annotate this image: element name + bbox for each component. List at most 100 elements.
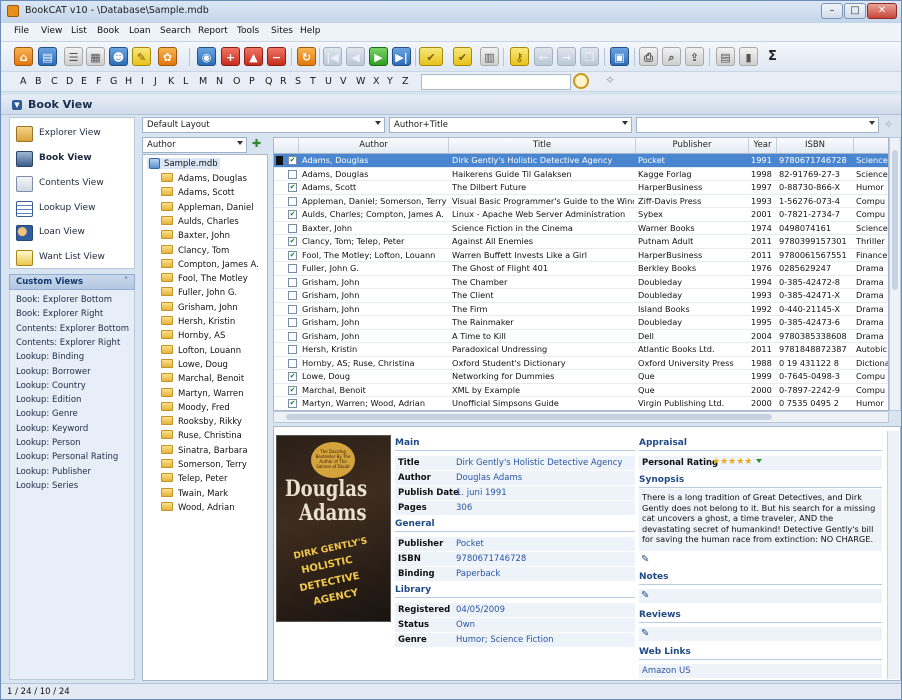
custom-view-item[interactable]: Lookup: Personal Rating bbox=[16, 452, 118, 462]
next-record-icon[interactable]: ▶ bbox=[369, 47, 388, 66]
row-checkbox[interactable] bbox=[288, 169, 297, 179]
note-icon[interactable]: ✎ bbox=[132, 47, 151, 66]
last-record-icon[interactable]: ▶| bbox=[392, 47, 411, 66]
detail-value[interactable]: Own bbox=[456, 620, 475, 630]
menu-view[interactable]: View bbox=[41, 26, 62, 36]
row-checkbox[interactable] bbox=[288, 331, 297, 341]
tree-node[interactable]: Somerson, Terry bbox=[161, 459, 247, 470]
previous-record-icon[interactable]: ◀ bbox=[346, 47, 365, 66]
menu-help[interactable]: Help bbox=[300, 26, 321, 36]
row-checkbox[interactable] bbox=[288, 196, 297, 206]
minimize-button[interactable]: – bbox=[821, 3, 843, 19]
home-icon[interactable]: ⌂ bbox=[14, 47, 33, 66]
table-row[interactable]: Grisham, John A Time to Kill Dell 2004 97803… bbox=[274, 330, 888, 343]
tree-node[interactable]: Marchal, Benoit bbox=[161, 373, 244, 384]
row-checkbox[interactable]: ✔ bbox=[288, 237, 297, 246]
collapse-icon[interactable]: ˄ bbox=[124, 276, 128, 285]
menu-book[interactable]: Book bbox=[97, 26, 119, 36]
tree-node[interactable]: Wood, Adrian bbox=[161, 501, 235, 513]
close-button[interactable]: ✕ bbox=[867, 3, 897, 19]
detail-value[interactable]: Douglas Adams bbox=[456, 473, 522, 483]
alpha-letter[interactable]: C bbox=[51, 76, 58, 87]
alpha-letter[interactable]: O bbox=[233, 76, 240, 87]
scroll-thumb[interactable] bbox=[892, 150, 898, 290]
web-link-amazon[interactable]: Amazon US bbox=[642, 666, 691, 676]
edit-synopsis-icon[interactable]: ✎ bbox=[641, 554, 649, 565]
tree-root[interactable]: Sample.mdb bbox=[147, 158, 220, 169]
menu-file[interactable]: File bbox=[14, 26, 29, 36]
row-checkbox[interactable]: ✔ bbox=[288, 250, 297, 260]
menu-loan[interactable]: Loan bbox=[129, 26, 151, 36]
delete-icon[interactable]: − bbox=[267, 47, 286, 66]
clear-icon[interactable]: ✧ bbox=[884, 118, 893, 131]
row-checkbox[interactable]: ✔ bbox=[288, 210, 297, 219]
row-checkbox[interactable]: ✔ bbox=[288, 385, 297, 395]
row-checkbox[interactable]: ✔ bbox=[288, 156, 297, 165]
table-row[interactable]: Appleman, Daniel; Somerson, Terry (E Visu… bbox=[274, 195, 888, 208]
alpha-letter[interactable]: I bbox=[141, 76, 144, 87]
column-author[interactable]: Author bbox=[299, 138, 449, 154]
rating-dropdown-icon[interactable] bbox=[756, 459, 762, 463]
custom-view-item[interactable]: Contents: Explorer Bottom bbox=[16, 324, 129, 334]
tree-node[interactable]: Lofton, Louann bbox=[161, 344, 241, 356]
export-icon[interactable]: ⇪ bbox=[685, 47, 704, 66]
tree-node[interactable]: Fuller, John G. bbox=[161, 287, 237, 298]
globe-icon[interactable]: ◉ bbox=[197, 47, 216, 66]
nav-lookup-view[interactable]: Lookup View bbox=[16, 199, 132, 219]
row-checkbox[interactable]: ✔ bbox=[288, 183, 297, 192]
sort-combo[interactable]: Author+Title bbox=[389, 117, 632, 133]
alpha-letter[interactable]: R bbox=[280, 76, 287, 87]
forward-icon[interactable]: → bbox=[557, 47, 576, 66]
custom-view-item[interactable]: Lookup: Genre bbox=[16, 409, 78, 419]
row-checkbox[interactable] bbox=[288, 358, 297, 368]
refresh-icon[interactable]: ↻ bbox=[297, 47, 316, 66]
alpha-letter[interactable]: J bbox=[154, 76, 157, 87]
alpha-letter[interactable]: P bbox=[249, 76, 255, 87]
columns-icon[interactable]: ▥ bbox=[480, 47, 499, 66]
rating-stars[interactable]: ★★★★★ bbox=[712, 457, 752, 467]
table-row[interactable]: Hornby, AS; Ruse, Christina Oxford Studen… bbox=[274, 357, 888, 370]
row-checkbox[interactable] bbox=[288, 277, 297, 287]
table-row[interactable]: Baxter, John Science Fiction in the Cinem… bbox=[274, 222, 888, 235]
custom-view-item[interactable]: Lookup: Series bbox=[16, 481, 78, 491]
statistics-icon[interactable]: ▮ bbox=[739, 47, 758, 66]
table-row[interactable]: ✔ Clancy, Tom; Telep, Peter Against All En… bbox=[274, 235, 888, 249]
alpha-letter[interactable]: H bbox=[125, 76, 132, 87]
alpha-letter[interactable]: M bbox=[199, 76, 207, 87]
chevron-down-icon[interactable]: ▼ bbox=[12, 100, 22, 110]
detail-value[interactable]: Paperback bbox=[456, 569, 500, 579]
list-icon[interactable]: ☰ bbox=[64, 47, 83, 66]
alpha-letter[interactable]: S bbox=[295, 76, 301, 87]
table-row[interactable]: Adams, Douglas Haikerens Guide Til Galaks… bbox=[274, 168, 888, 181]
table-row[interactable]: ✔ Aulds, Charles; Compton, James A. (E Lin… bbox=[274, 208, 888, 222]
grid-vertical-scrollbar[interactable] bbox=[889, 137, 901, 411]
tree-node[interactable]: Clancy, Tom bbox=[161, 244, 229, 256]
table-row[interactable]: Grisham, John The Firm Island Books 1992 0-4… bbox=[274, 303, 888, 316]
first-record-icon[interactable]: |◀ bbox=[323, 47, 342, 66]
menu-tools[interactable]: Tools bbox=[237, 26, 259, 36]
clear-filter-icon[interactable]: ✧ bbox=[605, 73, 615, 87]
alpha-letter[interactable]: A bbox=[20, 76, 27, 87]
alpha-letter[interactable]: V bbox=[340, 76, 347, 87]
custom-views-header[interactable]: Custom Views ˄ bbox=[9, 274, 135, 290]
custom-view-item[interactable]: Book: Explorer Bottom bbox=[16, 295, 112, 305]
alpha-letter[interactable]: G bbox=[110, 76, 117, 87]
tree-node[interactable]: Rooksby, Rikky bbox=[161, 416, 242, 427]
alpha-letter[interactable]: K bbox=[168, 76, 174, 87]
custom-view-item[interactable]: Lookup: Keyword bbox=[16, 424, 88, 434]
row-checkbox[interactable]: ✔ bbox=[288, 372, 297, 381]
row-checkbox[interactable] bbox=[288, 304, 297, 314]
row-checkbox[interactable] bbox=[288, 264, 297, 273]
quick-search-input[interactable] bbox=[421, 74, 571, 90]
key-icon[interactable]: ⚷ bbox=[510, 47, 529, 66]
row-checkbox[interactable] bbox=[288, 291, 297, 300]
windows-icon[interactable]: ❐ bbox=[580, 47, 599, 66]
custom-view-item[interactable]: Lookup: Country bbox=[16, 381, 86, 391]
alpha-letter[interactable]: U bbox=[325, 76, 332, 87]
custom-view-item[interactable]: Lookup: Binding bbox=[16, 352, 84, 362]
menu-list[interactable]: List bbox=[71, 26, 87, 36]
table-row[interactable]: ✔ Fool, The Motley; Lofton, Louann Warren … bbox=[274, 249, 888, 262]
custom-view-item[interactable]: Contents: Explorer Right bbox=[16, 338, 120, 348]
table-row[interactable]: Grisham, John The Rainmaker Doubleday 1995 0… bbox=[274, 316, 888, 330]
layout-combo[interactable]: Default Layout bbox=[142, 117, 385, 133]
